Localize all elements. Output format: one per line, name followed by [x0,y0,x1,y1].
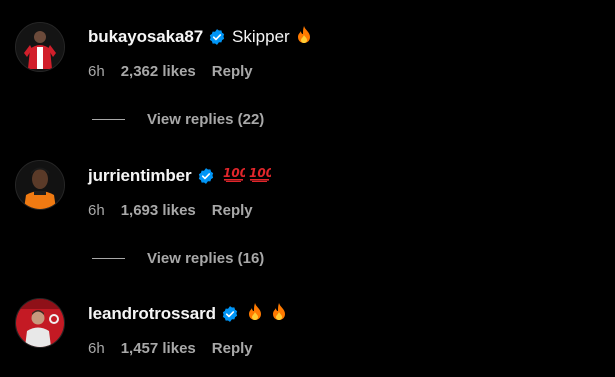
avatar-image [16,23,64,71]
timestamp: 6h [88,201,105,219]
divider-line [92,257,125,259]
comment-header: bukayosaka87 Skipper [88,25,312,49]
avatar[interactable] [15,160,65,210]
timestamp: 6h [88,62,105,80]
avatar-image [16,299,64,347]
comment-meta: 6h 2,362 likes Reply [88,61,253,81]
likes-count[interactable]: 1,693 likes [121,202,196,219]
avatar[interactable] [15,298,65,348]
view-replies-label: View replies (22) [147,110,265,128]
comment-header: leandrotrossard [88,302,287,326]
reply-button[interactable]: Reply [212,63,253,80]
verified-badge-icon [222,306,238,322]
username[interactable]: jurrientimber [88,166,192,186]
svg-text:100: 100 [249,166,271,180]
username[interactable]: leandrotrossard [88,304,216,324]
comment-text: Skipper [232,27,290,46]
fire-emoji-icon [296,25,312,49]
verified-badge-icon [198,168,213,184]
comment-meta: 6h 1,457 likes Reply [88,338,253,358]
fire-emoji-icon [271,302,287,326]
divider-line [92,118,125,120]
username[interactable]: bukayosaka87 [88,27,203,47]
comment-meta: 6h 1,693 likes Reply [88,200,253,220]
avatar-image [16,161,64,209]
comment-header: jurrientimber 100 100 [88,164,274,188]
svg-text:100: 100 [223,166,245,180]
hundred-emoji-icon: 100 [223,166,248,187]
timestamp: 6h [88,339,105,357]
avatar[interactable] [15,22,65,72]
reply-button[interactable]: Reply [212,202,253,219]
likes-count[interactable]: 2,362 likes [121,63,196,80]
hundred-emoji-icon: 100 [249,166,274,187]
view-replies-label: View replies (16) [147,249,265,267]
reply-button[interactable]: Reply [212,340,253,357]
verified-badge-icon [209,29,225,45]
view-replies-button[interactable]: View replies (22) [92,109,264,129]
likes-count[interactable]: 1,457 likes [121,340,196,357]
fire-emoji-icon [247,302,263,326]
view-replies-button[interactable]: View replies (16) [92,248,264,268]
